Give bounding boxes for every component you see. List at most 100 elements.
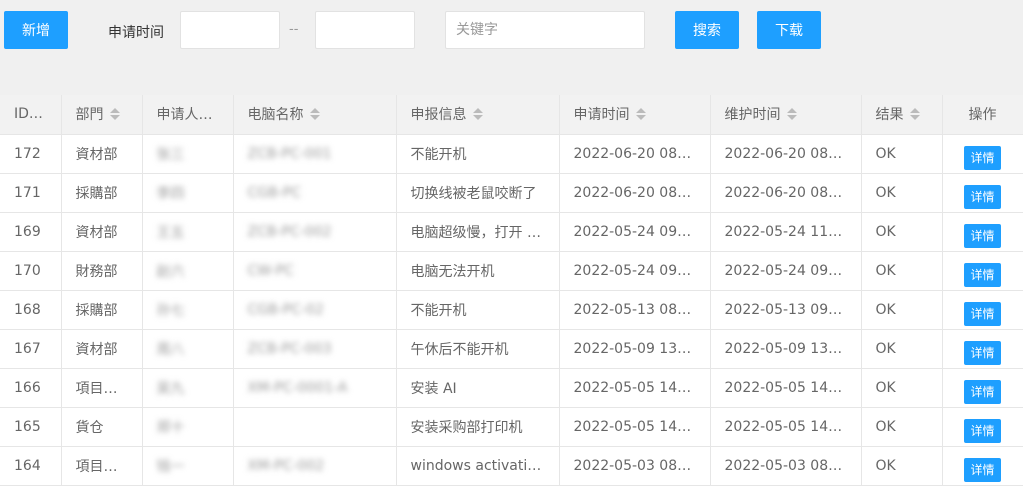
- cell-pc-name: [233, 407, 397, 447]
- cell-dept: 採購部: [61, 173, 143, 213]
- sort-icon[interactable]: [786, 108, 797, 121]
- records-table: ID… 部門 申请人… 电脑名称 申报信息 申请时间 维护时间 结果 操作 17…: [0, 95, 1023, 494]
- table-header-row: ID… 部門 申请人… 电脑名称 申报信息 申请时间 维护时间 结果 操作: [0, 95, 1023, 135]
- header-maint-time[interactable]: 维护时间: [710, 95, 862, 135]
- table-row[interactable]: 168 採購部 孙七 CGB-PC-02 不能开机 2022-05-13 08:3… 202…: [0, 290, 1023, 330]
- cell-actions: 详情: [942, 173, 1023, 213]
- detail-button[interactable]: 详情: [964, 379, 1001, 404]
- header-actions: 操作: [942, 95, 1023, 135]
- cell-actions: 详情: [942, 446, 1023, 486]
- cell-pc-name: XM-PC-002: [233, 446, 397, 486]
- cell-maint-time: 2022-05-13 09:1…: [710, 290, 862, 330]
- keyword-input[interactable]: [445, 11, 645, 49]
- cell-report-info: 不能开机: [396, 290, 560, 330]
- cell-maint-time: 2022-05-09 13:3…: [710, 329, 862, 369]
- cell-actions: 详情: [942, 329, 1023, 369]
- cell-applicant: 赵六: [142, 251, 234, 291]
- cell-pc-name: ZCB-PC-003: [233, 329, 397, 369]
- cell-maint-time: 2022-06-20 08:5…: [710, 134, 862, 174]
- cell-apply-time: 2022-05-09 13:3…: [559, 329, 711, 369]
- table-row[interactable]: 172 資材部 张三 ZCB-PC-001 不能开机 2022-06-20 08:5… 20…: [0, 134, 1023, 174]
- cell-result: OK: [861, 173, 943, 213]
- detail-button[interactable]: 详情: [964, 145, 1001, 170]
- table-row[interactable]: 166 項目… 吴九 XM-PC-0001-A 安装 AI 2022-05-05 14:4…: [0, 368, 1023, 408]
- cell-dept: 資材部: [61, 134, 143, 174]
- add-button[interactable]: 新增: [4, 11, 68, 49]
- sort-icon[interactable]: [635, 108, 646, 121]
- date-range-separator: --: [289, 22, 299, 37]
- cell-applicant: 吴九: [142, 368, 234, 408]
- cell-report-info: 电脑无法开机: [396, 251, 560, 291]
- cell-result: OK: [861, 134, 943, 174]
- cell-result: OK: [861, 290, 943, 330]
- end-date-input[interactable]: [315, 11, 415, 49]
- cell-result: OK: [861, 251, 943, 291]
- sort-icon[interactable]: [309, 108, 320, 121]
- search-button[interactable]: 搜索: [675, 11, 739, 49]
- header-result[interactable]: 结果: [861, 95, 943, 135]
- table-row[interactable]: 171 採購部 李四 CGB-PC 切换线被老鼠咬断了 2022-06-20 08:3… 2…: [0, 173, 1023, 213]
- cell-applicant: 张三: [142, 134, 234, 174]
- start-date-input[interactable]: [180, 11, 280, 49]
- cell-id: 168: [0, 290, 62, 330]
- cell-applicant: 周八: [142, 329, 234, 369]
- cell-maint-time: 2022-05-24 09:0…: [710, 251, 862, 291]
- cell-id: 167: [0, 329, 62, 369]
- cell-actions: 详情: [942, 212, 1023, 252]
- cell-maint-time: 2022-06-20 08:3…: [710, 173, 862, 213]
- apply-time-label: 申请时间: [108, 25, 164, 41]
- cell-result: OK: [861, 446, 943, 486]
- cell-dept: 項目…: [61, 446, 143, 486]
- header-id[interactable]: ID…: [0, 95, 62, 135]
- detail-button[interactable]: 详情: [964, 340, 1001, 365]
- detail-button[interactable]: 详情: [964, 418, 1001, 443]
- sort-icon[interactable]: [109, 108, 120, 121]
- detail-button[interactable]: 详情: [964, 184, 1001, 209]
- cell-applicant: 钱一: [142, 446, 234, 486]
- cell-result: OK: [861, 329, 943, 369]
- cell-actions: 详情: [942, 407, 1023, 447]
- cell-id: 172: [0, 134, 62, 174]
- table-row[interactable]: 167 資材部 周八 ZCB-PC-003 午休后不能开机 2022-05-09 13:3…: [0, 329, 1023, 369]
- cell-dept: 財務部: [61, 251, 143, 291]
- table-row[interactable]: 164 項目… 钱一 XM-PC-002 windows activatio… 2022-…: [0, 446, 1023, 486]
- cell-report-info: 午休后不能开机: [396, 329, 560, 369]
- cell-report-info: 切换线被老鼠咬断了: [396, 173, 560, 213]
- sort-icon[interactable]: [472, 108, 483, 121]
- cell-report-info: 电脑超级慢，打开 …: [396, 212, 560, 252]
- cell-pc-name: ZCB-PC-002: [233, 212, 397, 252]
- detail-button[interactable]: 详情: [964, 262, 1001, 287]
- header-pc-name[interactable]: 电脑名称: [233, 95, 397, 135]
- detail-button[interactable]: 详情: [964, 457, 1001, 482]
- table-row[interactable]: 165 貨仓 郑十 安装采购部打印机 2022-05-05 14:3… 2022-05-0…: [0, 407, 1023, 447]
- table-row[interactable]: 169 資材部 王五 ZCB-PC-002 电脑超级慢，打开 … 2022-05-24 0…: [0, 212, 1023, 252]
- cell-actions: 详情: [942, 251, 1023, 291]
- sort-icon[interactable]: [909, 108, 920, 121]
- toolbar: 新增 申请时间 -- 搜索 下载: [0, 0, 1023, 95]
- detail-button[interactable]: 详情: [964, 301, 1001, 326]
- detail-button[interactable]: 详情: [964, 223, 1001, 248]
- table-row[interactable]: 170 財務部 赵六 CW-PC 电脑无法开机 2022-05-24 09:0… 2022-…: [0, 251, 1023, 291]
- header-report-info[interactable]: 申报信息: [396, 95, 560, 135]
- cell-result: OK: [861, 212, 943, 252]
- header-dept[interactable]: 部門: [61, 95, 143, 135]
- cell-report-info: 不能开机: [396, 134, 560, 174]
- cell-apply-time: 2022-05-24 09:0…: [559, 212, 711, 252]
- header-applicant[interactable]: 申请人…: [142, 95, 234, 135]
- cell-report-info: windows activatio…: [396, 446, 560, 486]
- cell-apply-time: 2022-06-20 08:5…: [559, 134, 711, 174]
- cell-maint-time: 2022-05-24 11:0…: [710, 212, 862, 252]
- cell-maint-time: 2022-05-03 08:3…: [710, 446, 862, 486]
- cell-id: 165: [0, 407, 62, 447]
- cell-dept: 採購部: [61, 290, 143, 330]
- cell-apply-time: 2022-05-05 14:4…: [559, 368, 711, 408]
- cell-report-info: 安装 AI: [396, 368, 560, 408]
- cell-result: OK: [861, 368, 943, 408]
- download-button[interactable]: 下载: [757, 11, 821, 49]
- cell-id: 169: [0, 212, 62, 252]
- header-apply-time[interactable]: 申请时间: [559, 95, 711, 135]
- cell-pc-name: CGB-PC-02: [233, 290, 397, 330]
- cell-apply-time: 2022-05-03 08:2…: [559, 446, 711, 486]
- cell-id: 164: [0, 446, 62, 486]
- cell-actions: 详情: [942, 134, 1023, 174]
